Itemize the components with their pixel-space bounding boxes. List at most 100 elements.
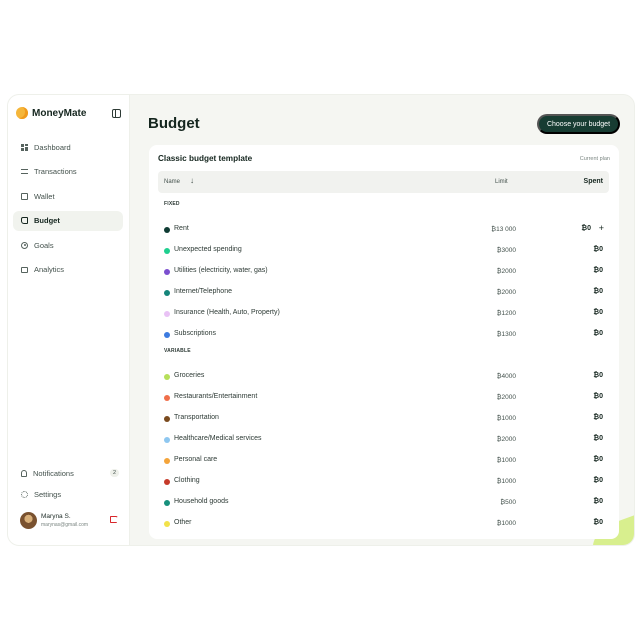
table-row[interactable]: Clothing ₿1000 ₿0 [158,475,609,489]
table-header: Name ↓ Limit Spent [158,171,609,193]
table-row[interactable]: Healthcare/Medical services ₿2000 ₿0 [158,433,609,447]
goals-icon [21,241,28,249]
sidebar-item-settings[interactable]: Settings [13,484,123,504]
category-color-dot [164,226,170,233]
category-spent: ₿0 [593,372,603,379]
sidebar-item-label: Notifications [33,468,74,478]
collapse-sidebar-icon[interactable] [112,109,121,118]
table-row[interactable]: Unexpected spending ₿3000 ₿0 [158,244,609,258]
sidebar-item-label: Dashboard [34,142,71,152]
category-color-dot [164,457,170,464]
category-name: Subscriptions [174,330,217,337]
category-spent: ₿0 [593,477,603,484]
avatar [20,512,37,529]
category-limit: ₿2000 [496,393,516,401]
category-limit: ₿2000 [496,288,516,296]
table-row[interactable]: Utilities (electricity, water, gas) ₿2000… [158,265,609,279]
sidebar-item-label: Goals [34,240,54,250]
app-name: MoneyMate [32,107,87,119]
wallet-icon [21,192,28,200]
table-row[interactable]: Other ₿1000 ₿0 [158,517,609,531]
category-spent: ₿0 [593,288,603,295]
table-row[interactable]: Transportation ₿1000 ₿0 [158,412,609,426]
sidebar-item-label: Transactions [34,167,77,177]
category-spent: ₿0 [581,225,591,232]
category-limit: ₿1300 [496,330,516,338]
profile-email: marynas@gmail.com [41,522,89,528]
category-spent: ₿0 [593,435,603,442]
category-limit: ₿2000 [496,435,516,443]
sidebar-item-goals[interactable]: Goals [13,235,123,255]
category-color-dot [164,436,170,443]
logo-icon [16,107,28,119]
brand[interactable]: MoneyMate [16,107,86,119]
sidebar-item-label: Budget [34,216,60,226]
table-row[interactable]: Insurance (Health, Auto, Property) ₿1200 ₿… [158,307,609,321]
category-limit: ₿13 000 [491,225,516,233]
category-limit: ₿3000 [496,246,516,254]
sidebar-item-label: Wallet [34,191,55,201]
current-plan-label: Current plan [579,156,610,162]
category-color-dot [164,268,170,275]
sidebar-item-transactions[interactable]: Transactions [13,162,123,182]
table-row[interactable]: Groceries ₿4000 ₿0 [158,370,609,384]
category-name: Healthcare/Medical services [174,435,262,442]
category-color-dot [164,415,170,422]
category-name: Unexpected spending [174,246,242,253]
budget-card: Classic budget template Current plan Nam… [149,145,619,539]
table-row[interactable]: Internet/Telephone ₿2000 ₿0 [158,286,609,300]
sidebar-item-dashboard[interactable]: Dashboard [13,137,123,157]
category-spent: ₿0 [593,393,603,400]
category-name: Rent [174,225,189,232]
sidebar-item-wallet[interactable]: Wallet [13,186,123,206]
budget-icon [21,217,28,225]
sidebar-item-analytics[interactable]: Analytics [13,260,123,280]
category-name: Other [174,519,192,526]
table-row[interactable]: Subscriptions ₿1300 ₿0 [158,328,609,342]
category-name: Clothing [174,477,200,484]
category-name: Transportation [174,414,219,421]
logout-icon[interactable] [110,513,119,523]
section-label: FIXED [164,201,180,207]
transactions-icon [21,169,28,175]
category-color-dot [164,394,170,401]
category-name: Utilities (electricity, water, gas) [174,267,268,274]
category-name: Household goods [174,498,229,505]
table-row[interactable]: Rent ₿13 000 ₿0 + [158,223,609,237]
category-color-dot [164,520,170,527]
column-header-limit: Limit [495,178,508,185]
sidebar-item-label: Settings [34,489,62,499]
category-spent: ₿0 [593,309,603,316]
table-row[interactable]: Personal care ₿1000 ₿0 [158,454,609,468]
category-spent: ₿0 [593,330,603,337]
category-limit: ₿1000 [496,414,516,422]
choose-budget-button[interactable]: Choose your budget [537,114,620,134]
table-row[interactable]: Restaurants/Entertainment ₿2000 ₿0 [158,391,609,405]
category-limit: ₿1200 [496,309,516,317]
category-spent: ₿0 [593,456,603,463]
gear-icon [21,490,28,498]
sidebar-item-notifications[interactable]: Notifications 2 [13,463,123,483]
dashboard-icon [21,143,28,151]
category-spent: ₿0 [593,246,603,253]
table-row[interactable]: Household goods ₿500 ₿0 [158,496,609,510]
category-name: Internet/Telephone [174,288,232,295]
page-title: Budget [148,115,200,132]
category-limit: ₿1000 [496,519,516,527]
sidebar: MoneyMate Dashboard Transactions Wallet … [8,95,130,545]
sidebar-item-label: Analytics [34,265,65,275]
add-expense-button[interactable]: + [599,223,604,233]
category-spent: ₿0 [593,519,603,526]
column-header-name[interactable]: Name [164,179,180,185]
category-color-dot [164,247,170,254]
category-name: Personal care [174,456,218,463]
app-window: MoneyMate Dashboard Transactions Wallet … [7,94,635,546]
category-color-dot [164,289,170,296]
sort-arrow-icon[interactable]: ↓ [190,176,194,185]
sidebar-item-budget[interactable]: Budget [13,210,123,231]
user-profile[interactable]: Maryna S. marynas@gmail.com [20,511,120,533]
profile-name: Maryna S. [41,513,71,520]
category-color-dot [164,331,170,338]
category-name: Restaurants/Entertainment [174,393,258,400]
category-name: Insurance (Health, Auto, Property) [174,309,280,316]
